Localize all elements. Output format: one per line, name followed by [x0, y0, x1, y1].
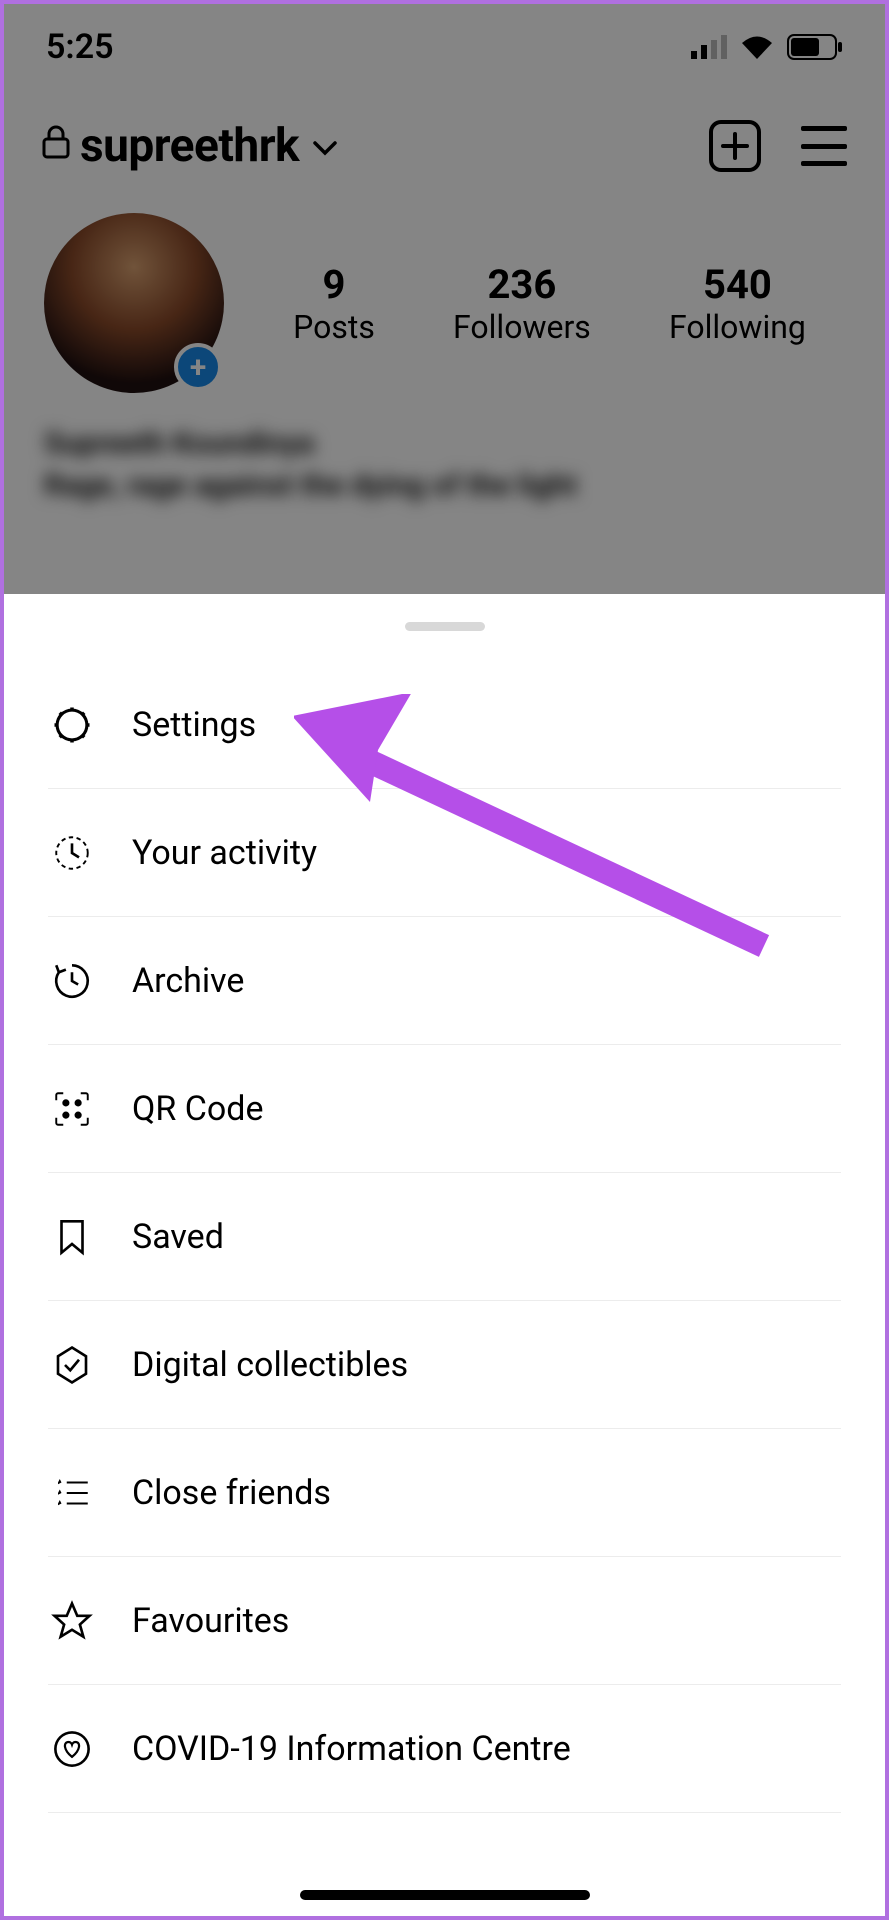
status-time: 5:25: [46, 27, 114, 67]
posts-stat[interactable]: 9 Posts: [293, 261, 375, 346]
menu-item-settings[interactable]: Settings: [48, 661, 841, 789]
menu-label: Archive: [132, 961, 244, 1001]
cellular-icon: [691, 35, 727, 59]
status-bar: 5:25: [4, 4, 885, 89]
sheet-grabber[interactable]: [405, 622, 485, 631]
menu-item-collectibles[interactable]: Digital collectibles: [48, 1301, 841, 1429]
posts-label: Posts: [293, 308, 375, 346]
menu-item-favourites[interactable]: Favourites: [48, 1557, 841, 1685]
followers-label: Followers: [453, 308, 591, 346]
followers-stat[interactable]: 236 Followers: [453, 261, 591, 346]
activity-icon: [48, 829, 96, 877]
hamburger-menu-button[interactable]: [801, 126, 847, 166]
star-icon: [48, 1597, 96, 1645]
menu-label: Saved: [132, 1217, 224, 1257]
gear-icon: [48, 701, 96, 749]
menu-label: Settings: [132, 705, 256, 745]
menu-label: COVID-19 Information Centre: [132, 1729, 571, 1769]
menu-item-close-friends[interactable]: Close friends: [48, 1429, 841, 1557]
qrcode-icon: [48, 1085, 96, 1133]
lock-icon: [42, 125, 70, 167]
add-story-button[interactable]: +: [174, 343, 222, 391]
menu-label: Digital collectibles: [132, 1345, 408, 1385]
following-count: 540: [669, 261, 806, 308]
menu-label: Favourites: [132, 1601, 289, 1641]
menu-item-archive[interactable]: Archive: [48, 917, 841, 1045]
profile-stats: + 9 Posts 236 Followers 540 Following: [4, 193, 885, 403]
posts-count: 9: [293, 261, 375, 308]
options-sheet: Settings Your activity Archive QR Code: [4, 594, 885, 1916]
bookmark-icon: [48, 1213, 96, 1261]
menu-item-covid[interactable]: COVID-19 Information Centre: [48, 1685, 841, 1813]
menu-label: QR Code: [132, 1089, 264, 1129]
menu-item-activity[interactable]: Your activity: [48, 789, 841, 917]
create-post-button[interactable]: [709, 120, 761, 172]
archive-icon: [48, 957, 96, 1005]
hexagon-check-icon: [48, 1341, 96, 1389]
chevron-down-icon[interactable]: [313, 129, 337, 164]
star-list-icon: [48, 1469, 96, 1517]
avatar[interactable]: +: [44, 213, 224, 393]
heart-circle-icon: [48, 1725, 96, 1773]
status-indicators: [691, 34, 843, 60]
following-label: Following: [669, 308, 806, 346]
followers-count: 236: [453, 261, 591, 308]
menu-item-saved[interactable]: Saved: [48, 1173, 841, 1301]
menu-label: Your activity: [132, 833, 317, 873]
battery-icon: [787, 34, 843, 60]
profile-header: supreethrk: [4, 89, 885, 193]
profile-bio: Supreeth Koundinya Rage, rage against th…: [4, 403, 885, 527]
menu-label: Close friends: [132, 1473, 331, 1513]
profile-username[interactable]: supreethrk: [80, 119, 299, 173]
wifi-icon: [739, 34, 775, 60]
following-stat[interactable]: 540 Following: [669, 261, 806, 346]
home-indicator[interactable]: [300, 1890, 590, 1900]
menu-item-qrcode[interactable]: QR Code: [48, 1045, 841, 1173]
